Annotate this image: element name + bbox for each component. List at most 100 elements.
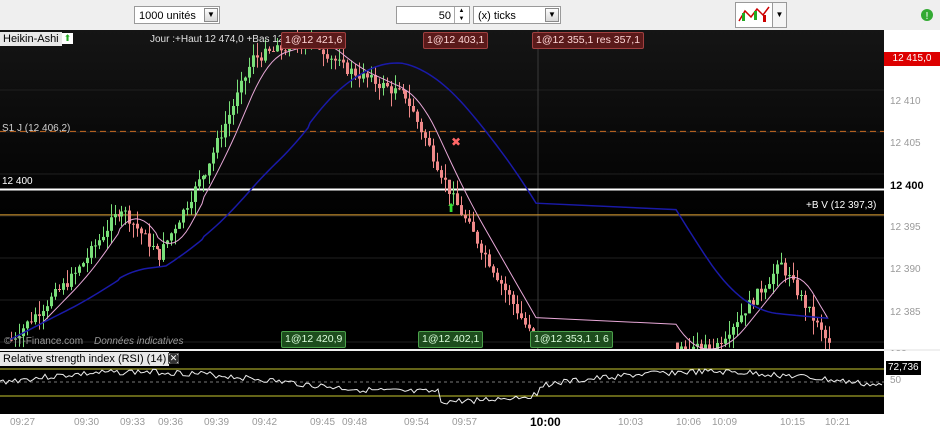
time-tick: 10:00 [530,415,561,429]
time-tick: 09:45 [310,417,336,428]
candle-body [186,208,189,210]
time-tick: 10:21 [825,417,851,428]
candle-body [732,327,735,335]
candle-body [728,334,731,339]
time-tick: 09:30 [74,417,100,428]
order-label-top[interactable]: 1@12 355,1 res 357,1 [532,32,645,49]
order-label-bottom[interactable]: 1@12 402,1 [418,331,484,348]
rsi-line [0,368,883,405]
candle-body [58,288,61,290]
candle-body [370,75,373,78]
time-tick: 10:03 [618,417,644,428]
candle-body [342,59,345,63]
candle-body [776,264,779,274]
price-tick: 12 410 [890,96,921,107]
price-chart[interactable]: ✖⬆ Heikin-Ashi 🔧 ✕ + ⬇ ⬆ Jour :+Haut 12 … [0,30,884,349]
candle-body [326,54,329,59]
order-label-top[interactable]: 1@12 421,6 [281,32,347,49]
candle-body [248,66,251,78]
candle-body [382,82,385,89]
candle-body [386,82,389,87]
arrow-up-green-icon[interactable]: ⬆ [62,33,73,44]
candle-body [740,315,743,323]
time-tick: 10:09 [712,417,738,428]
candle-body [276,45,279,52]
time-tick: 09:39 [204,417,230,428]
buy-marker-icon: ⬆ [446,201,456,215]
rsi-axis[interactable]: 72,736 50 [884,351,940,414]
candle-body [102,236,105,241]
candle-body [194,186,197,202]
candle-body [66,283,69,287]
spin-arrows-icon[interactable]: ▲ ▼ [454,7,468,23]
candle-body [38,314,41,316]
rsi-panel[interactable]: Relative strength index (RSI) (14) 🔧 ✕ [0,351,884,414]
candlestick-plot: ✖⬆ [0,30,884,349]
chart-type-button[interactable] [735,2,773,28]
chevron-down-icon[interactable]: ▼ [772,2,787,28]
candle-body [114,214,117,218]
candle-body [528,324,531,329]
candle-body [452,193,455,195]
time-tick: 09:42 [252,417,278,428]
candle-body [244,77,247,81]
candle-body [62,283,65,290]
candle-body [198,179,201,187]
ticks-type-select-value: (x) ticks [478,10,516,22]
candle-body [480,243,483,253]
time-axis[interactable]: 09:27 09:30 09:33 09:36 09:39 09:42 09:4… [0,414,940,433]
chevron-down-icon[interactable]: ▼ [545,8,559,22]
alert-icon[interactable]: ! [920,6,934,24]
ticks-stepper[interactable]: 50 ▲ ▼ [396,6,470,24]
candle-body [162,244,165,260]
candle-body [378,83,381,89]
ticks-stepper-value: 50 [438,10,451,22]
candle-body [90,245,93,258]
candle-body [676,342,679,349]
price-axis[interactable]: 12 415,0 12 410 12 405 12 400 12 395 12 … [884,30,940,360]
candle-body [504,283,507,291]
candle-body [260,57,263,61]
chart-title: Heikin-Ashi [0,32,62,46]
candle-body [182,209,185,223]
candle-body [212,152,215,164]
candle-body [828,338,831,343]
candle-body [264,48,267,61]
time-tick: 09:57 [452,417,478,428]
candle-body [82,263,85,267]
ticks-type-select[interactable]: (x) ticks ▼ [473,6,561,24]
candle-body [520,313,523,319]
candle-body [784,262,787,276]
candle-body [736,322,739,328]
disclaimer-text: Données indicatives [94,336,184,347]
order-label-bottom[interactable]: 1@12 420,9 [281,331,347,348]
order-label-top[interactable]: 1@12 403,1 [423,32,489,49]
candle-body [86,257,89,264]
time-tick: 10:15 [780,417,806,428]
candle-body [216,138,219,153]
candle-body [680,346,683,349]
candle-body [460,205,463,215]
fast-moving-average [9,42,829,349]
candle-body [708,344,711,349]
candle-body [350,68,353,75]
candle-body [202,175,205,180]
price-tick: 12 400 [890,180,924,192]
candle-body [330,58,333,60]
price-tick: 12 385 [890,307,921,318]
candle-body [752,300,755,305]
candle-body [144,233,147,235]
candle-body [240,80,243,93]
close-icon[interactable]: ✕ [168,353,179,364]
copyright-watermark: © IT-Finance.com [4,336,84,347]
candle-body [724,338,727,344]
chevron-down-icon[interactable]: ▼ [204,8,218,22]
bv-label: +B V (12 397,3) [806,200,877,211]
units-select[interactable]: 1000 unités ▼ [134,6,220,24]
candle-body [394,88,397,94]
candle-body [760,288,763,293]
candle-body [120,211,123,217]
candle-body [224,123,227,138]
order-label-bottom[interactable]: 1@12 353,1 1 6 [530,331,613,348]
candle-body [136,223,139,229]
